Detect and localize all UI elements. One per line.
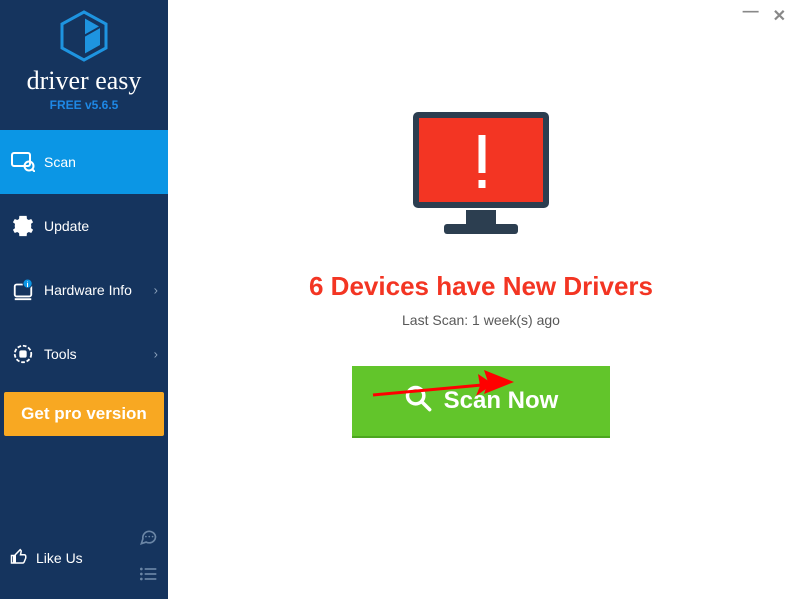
brand-logo-icon bbox=[0, 10, 168, 62]
monitor-alert-icon bbox=[406, 110, 556, 245]
sidebar-item-label: Tools bbox=[44, 346, 77, 362]
tools-icon bbox=[10, 343, 36, 365]
chevron-right-icon: › bbox=[154, 347, 158, 362]
feedback-icon[interactable] bbox=[138, 527, 158, 552]
sidebar-bottom: Like Us bbox=[0, 527, 168, 589]
get-pro-version-button[interactable]: Get pro version bbox=[4, 392, 164, 436]
hardware-icon: i bbox=[10, 279, 36, 301]
brand-version: FREE v5.6.5 bbox=[0, 98, 168, 112]
sidebar: driver easy FREE v5.6.5 Scan Update i Ha… bbox=[0, 0, 168, 599]
menu-icon[interactable] bbox=[138, 564, 158, 589]
sidebar-item-label: Scan bbox=[44, 154, 76, 170]
sidebar-item-label: Hardware Info bbox=[44, 282, 132, 298]
sidebar-item-scan[interactable]: Scan bbox=[0, 130, 168, 194]
sidebar-item-hardware-info[interactable]: i Hardware Info › bbox=[0, 258, 168, 322]
main-panel: — ✕ 6 Devices have New Drivers Last Scan… bbox=[168, 0, 794, 599]
sidebar-item-tools[interactable]: Tools › bbox=[0, 322, 168, 386]
brand-block: driver easy FREE v5.6.5 bbox=[0, 0, 168, 120]
thumbs-up-icon bbox=[10, 548, 28, 569]
gear-icon bbox=[10, 215, 36, 237]
sidebar-bottom-icons bbox=[138, 527, 158, 589]
last-scan-text: Last Scan: 1 week(s) ago bbox=[271, 312, 691, 328]
sidebar-nav: Scan Update i Hardware Info › Tools › Ge… bbox=[0, 130, 168, 436]
annotation-arrow-icon bbox=[368, 370, 518, 425]
brand-name: driver easy bbox=[0, 68, 168, 94]
headline-text: 6 Devices have New Drivers bbox=[271, 271, 691, 302]
minimize-button[interactable]: — bbox=[743, 3, 759, 23]
chevron-right-icon: › bbox=[154, 283, 158, 298]
window-controls: — ✕ bbox=[743, 6, 786, 26]
scan-icon bbox=[10, 152, 36, 172]
like-us-label: Like Us bbox=[36, 550, 83, 566]
svg-text:i: i bbox=[27, 280, 29, 289]
sidebar-item-label: Update bbox=[44, 218, 89, 234]
close-button[interactable]: ✕ bbox=[773, 6, 786, 26]
sidebar-item-update[interactable]: Update bbox=[0, 194, 168, 258]
like-us-button[interactable]: Like Us bbox=[10, 548, 83, 569]
